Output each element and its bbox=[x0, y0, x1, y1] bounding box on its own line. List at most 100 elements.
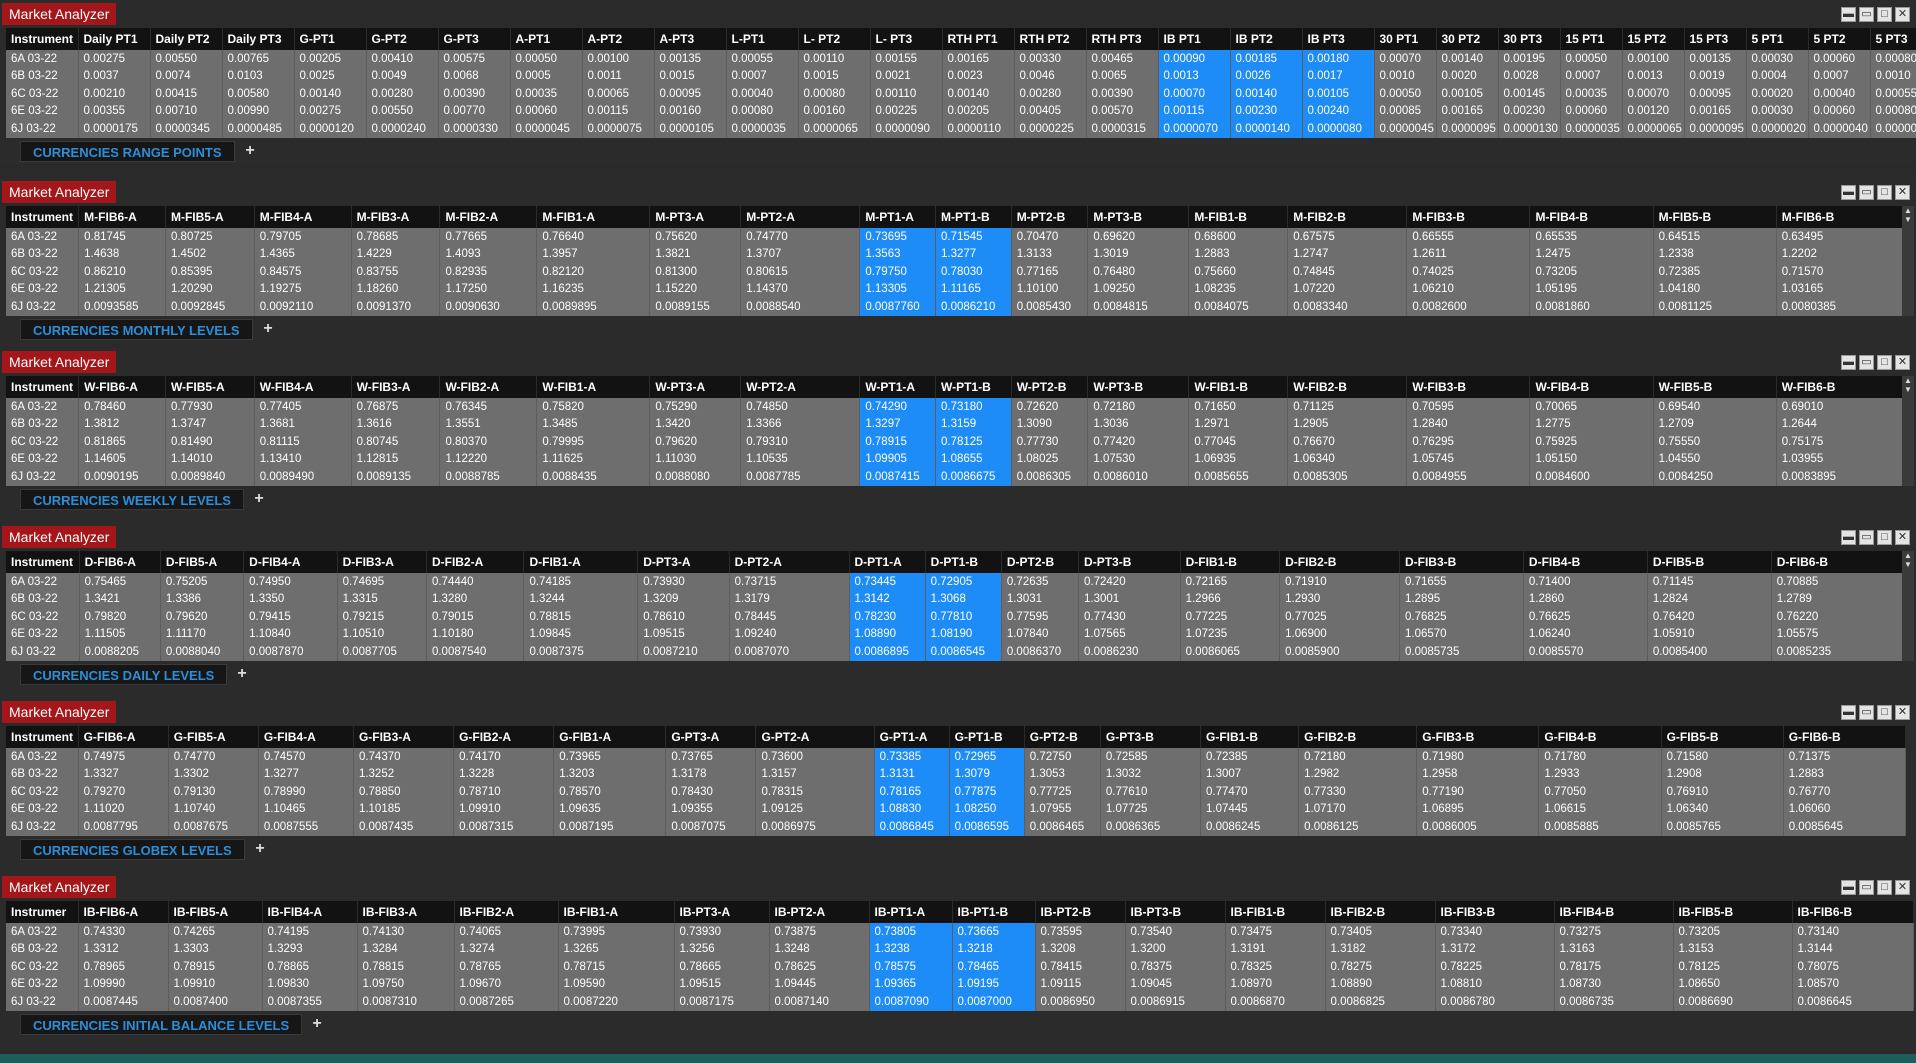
instrument-cell[interactable]: 6A 03-22 bbox=[6, 228, 80, 246]
value-cell[interactable]: 1.07725 bbox=[1100, 800, 1201, 818]
value-cell[interactable]: 0.00140 bbox=[294, 85, 367, 103]
column-header[interactable]: G-FIB5-B bbox=[1661, 726, 1784, 748]
value-cell[interactable]: 0.78230 bbox=[849, 608, 926, 626]
value-cell[interactable]: 1.03955 bbox=[1776, 450, 1907, 468]
value-cell[interactable]: 0.0010 bbox=[1870, 67, 1916, 85]
value-cell[interactable]: 0.00105 bbox=[1436, 85, 1499, 103]
value-cell[interactable]: 0.00195 bbox=[1498, 50, 1561, 68]
column-header[interactable]: A-PT1 bbox=[510, 28, 583, 50]
panel-titlebar[interactable]: Market Analyzer ▬ ▭ □ ✕ bbox=[0, 0, 1916, 28]
column-header[interactable]: IB PT3 bbox=[1302, 28, 1375, 50]
value-cell[interactable]: 1.3248 bbox=[769, 940, 870, 958]
value-cell[interactable]: 0.0087675 bbox=[168, 818, 259, 836]
value-cell[interactable]: 0.74770 bbox=[740, 228, 861, 246]
value-cell[interactable]: 0.0085655 bbox=[1188, 468, 1289, 486]
value-cell[interactable]: 1.4093 bbox=[439, 245, 538, 263]
column-header[interactable]: L-PT1 bbox=[726, 28, 799, 50]
value-cell[interactable]: 1.06210 bbox=[1406, 280, 1531, 298]
value-cell[interactable]: 0.0087415 bbox=[859, 468, 936, 486]
value-cell[interactable]: 1.10180 bbox=[426, 625, 525, 643]
value-cell[interactable]: 0.81490 bbox=[165, 433, 255, 451]
value-cell[interactable]: 0.00580 bbox=[222, 85, 295, 103]
value-cell[interactable]: 0.0086690 bbox=[1673, 993, 1793, 1011]
value-cell[interactable]: 0.0088435 bbox=[536, 468, 651, 486]
value-cell[interactable]: 1.09195 bbox=[952, 975, 1036, 993]
value-cell[interactable]: 1.3068 bbox=[925, 590, 1002, 608]
value-cell[interactable]: 0.72385 bbox=[1653, 263, 1777, 281]
value-cell[interactable]: 0.74440 bbox=[426, 573, 525, 591]
value-cell[interactable]: 0.72180 bbox=[1087, 398, 1190, 416]
value-cell[interactable]: 0.00415 bbox=[150, 85, 223, 103]
value-cell[interactable]: 0.00040 bbox=[1808, 85, 1871, 103]
value-cell[interactable]: 1.09750 bbox=[357, 975, 455, 993]
value-cell[interactable]: 0.00205 bbox=[942, 102, 1015, 120]
column-header[interactable]: G-PT2-A bbox=[755, 726, 875, 748]
value-cell[interactable]: 0.0000080 bbox=[1302, 120, 1375, 138]
column-header[interactable]: D-FIB1-B bbox=[1180, 551, 1281, 573]
value-cell[interactable]: 1.10535 bbox=[740, 450, 861, 468]
value-cell[interactable]: 0.79620 bbox=[160, 608, 245, 626]
value-cell[interactable]: 0.79015 bbox=[426, 608, 525, 626]
value-cell[interactable]: 1.08890 bbox=[849, 625, 926, 643]
value-cell[interactable]: 1.3163 bbox=[1554, 940, 1674, 958]
value-cell[interactable]: 1.3681 bbox=[254, 415, 352, 433]
instrument-cell[interactable]: 6A 03-22 bbox=[6, 50, 79, 68]
column-header[interactable]: M-PT2-A bbox=[740, 206, 861, 228]
value-cell[interactable]: 1.3218 bbox=[952, 940, 1036, 958]
value-cell[interactable]: 0.65535 bbox=[1529, 228, 1654, 246]
table-row[interactable]: 6A 03-22 0.78460 0.77930 0.77405 0.76875 0.76… bbox=[6, 398, 1907, 416]
value-cell[interactable]: 1.2789 bbox=[1771, 590, 1907, 608]
scroll-up-icon[interactable]: ▲ bbox=[1902, 376, 1914, 385]
value-cell[interactable]: 1.3312 bbox=[78, 940, 169, 958]
value-cell[interactable]: 1.09910 bbox=[453, 800, 555, 818]
value-cell[interactable]: 1.15220 bbox=[649, 280, 742, 298]
value-cell[interactable]: 0.0000065 bbox=[1622, 120, 1685, 138]
value-cell[interactable]: 1.07445 bbox=[1200, 800, 1300, 818]
column-header[interactable]: M-FIB1-A bbox=[536, 206, 651, 228]
value-cell[interactable]: 0.00390 bbox=[1086, 85, 1159, 103]
table-row[interactable]: 6E 03-22 1.11505 1.11170 1.10840 1.10510 1.10… bbox=[6, 625, 1907, 643]
value-cell[interactable]: 1.3208 bbox=[1035, 940, 1126, 958]
column-header[interactable]: IB-PT2-B bbox=[1035, 901, 1126, 923]
column-header[interactable]: 15 PT2 bbox=[1622, 28, 1685, 50]
value-cell[interactable]: 0.00140 bbox=[1436, 50, 1499, 68]
value-cell[interactable]: 0.0000140 bbox=[1230, 120, 1303, 138]
value-cell[interactable]: 0.74570 bbox=[258, 748, 354, 766]
value-cell[interactable]: 0.0086545 bbox=[925, 643, 1002, 661]
panel-titlebar[interactable]: Market Analyzer ▬ ▭ □ ✕ bbox=[0, 873, 1916, 901]
column-header[interactable]: G-FIB2-B bbox=[1298, 726, 1418, 748]
value-cell[interactable]: 1.3032 bbox=[1100, 765, 1201, 783]
value-cell[interactable]: 0.0087795 bbox=[78, 818, 169, 836]
value-cell[interactable]: 0.0015 bbox=[654, 67, 727, 85]
table-row[interactable]: 6J 03-22 0.0093585 0.0092845 0.0092110 0.009… bbox=[6, 298, 1907, 316]
value-cell[interactable]: 1.2202 bbox=[1776, 245, 1907, 263]
column-header[interactable]: M-PT2-B bbox=[1011, 206, 1089, 228]
value-cell[interactable]: 1.05150 bbox=[1529, 450, 1654, 468]
instrument-cell[interactable]: 6C 03-22 bbox=[6, 263, 80, 281]
value-cell[interactable]: 0.76295 bbox=[1406, 433, 1531, 451]
value-cell[interactable]: 0.73965 bbox=[553, 748, 667, 766]
vertical-scrollbar[interactable]: ▲ ▼ bbox=[1902, 551, 1914, 661]
instrument-cell[interactable]: 6J 03-22 bbox=[6, 818, 79, 836]
value-cell[interactable]: 0.00060 bbox=[1808, 50, 1871, 68]
value-cell[interactable]: 0.0087760 bbox=[859, 298, 936, 316]
value-cell[interactable]: 0.74370 bbox=[353, 748, 455, 766]
column-header[interactable]: IB PT1 bbox=[1158, 28, 1231, 50]
value-cell[interactable]: 0.0085305 bbox=[1287, 468, 1408, 486]
value-cell[interactable]: 0.76420 bbox=[1647, 608, 1772, 626]
value-cell[interactable]: 0.00080 bbox=[1870, 102, 1916, 120]
value-cell[interactable]: 0.78865 bbox=[262, 958, 358, 976]
value-cell[interactable]: 0.0087315 bbox=[453, 818, 555, 836]
value-cell[interactable]: 1.08190 bbox=[925, 625, 1002, 643]
value-cell[interactable]: 0.0087870 bbox=[243, 643, 338, 661]
value-cell[interactable]: 0.0089490 bbox=[254, 468, 352, 486]
value-cell[interactable]: 0.79705 bbox=[254, 228, 352, 246]
value-cell[interactable]: 1.3293 bbox=[262, 940, 358, 958]
column-header[interactable]: IB-FIB3-B bbox=[1435, 901, 1555, 923]
value-cell[interactable]: 0.77725 bbox=[1024, 783, 1101, 801]
value-cell[interactable]: 0.74330 bbox=[78, 923, 169, 941]
value-cell[interactable]: 0.71400 bbox=[1523, 573, 1648, 591]
value-cell[interactable]: 0.00140 bbox=[942, 85, 1015, 103]
value-cell[interactable]: 1.3747 bbox=[165, 415, 255, 433]
restore-button[interactable]: ▭ bbox=[1859, 530, 1874, 545]
